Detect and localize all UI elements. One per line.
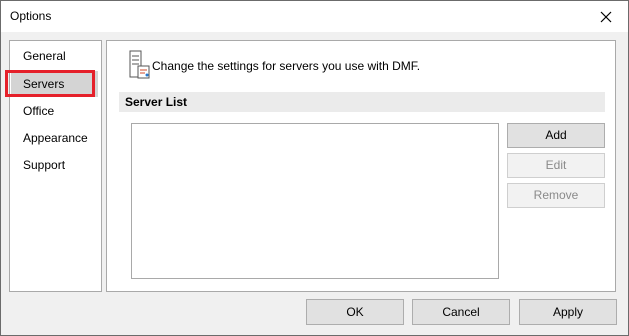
server-settings-icon: [129, 50, 150, 79]
nav-item-office[interactable]: Office: [11, 98, 98, 124]
title-bar: Options: [1, 1, 628, 32]
window-title: Options: [10, 9, 52, 23]
nav-item-support[interactable]: Support: [11, 152, 98, 178]
ok-button[interactable]: OK: [306, 299, 404, 325]
nav-item-appearance[interactable]: Appearance: [11, 125, 98, 151]
remove-button[interactable]: Remove: [507, 183, 605, 208]
server-list-header: Server List: [119, 92, 605, 112]
cancel-button[interactable]: Cancel: [412, 299, 510, 325]
options-nav: General Servers Office Appearance Suppor…: [9, 40, 102, 292]
server-list[interactable]: [131, 123, 499, 279]
nav-item-servers[interactable]: Servers: [11, 71, 98, 97]
servers-panel: Change the settings for servers you use …: [106, 40, 616, 292]
close-icon: [600, 11, 612, 22]
add-button[interactable]: Add: [507, 123, 605, 148]
options-dialog: Options General Servers Office Appearanc…: [0, 0, 629, 336]
panel-description: Change the settings for servers you use …: [152, 59, 421, 73]
nav-item-general[interactable]: General: [11, 43, 98, 69]
apply-button[interactable]: Apply: [519, 299, 617, 325]
close-button[interactable]: [584, 1, 628, 32]
edit-button[interactable]: Edit: [507, 153, 605, 178]
